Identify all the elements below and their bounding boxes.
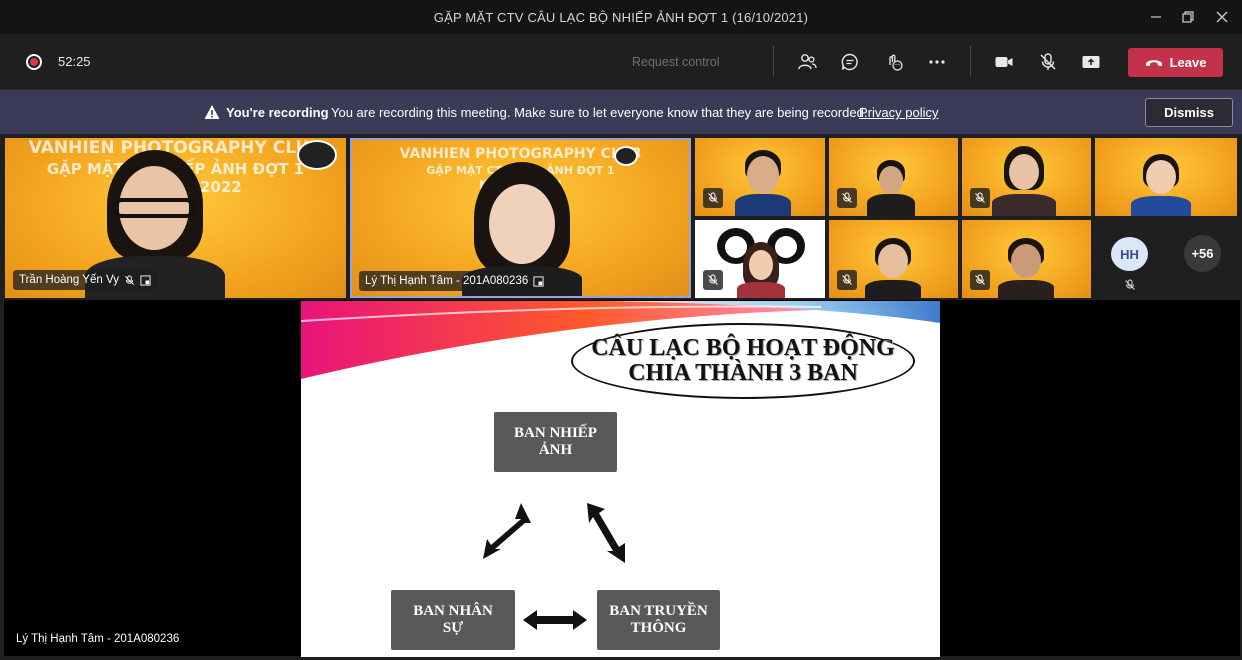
hang-up-icon (1145, 59, 1162, 66)
participant-avatar[interactable]: HH (1111, 237, 1148, 271)
club-logo (297, 140, 337, 170)
request-control-button[interactable]: Request control (632, 55, 720, 69)
participant-name-tag: Trần Hoàng Yến Vy (13, 270, 157, 290)
participant-video (865, 238, 921, 298)
window-title-bar: GẶP MẶT CTV CÂU LẠC BỘ NHIẾP ẢNH ĐỢT 1 (… (0, 0, 1242, 34)
recording-title: You're recording (226, 105, 329, 120)
mic-off-icon (837, 188, 857, 208)
meeting-timer: 52:25 (58, 54, 91, 69)
leave-button[interactable]: Leave (1128, 48, 1223, 77)
chat-icon[interactable] (836, 48, 864, 76)
club-logo (614, 146, 638, 166)
participant-video (867, 160, 915, 216)
participant-name-tag: Lý Thị Hạnh Tâm - 201A080236 (359, 271, 551, 291)
toolbar-divider (970, 46, 971, 76)
mic-off-icon (837, 270, 857, 290)
participant-name: Trần Hoàng Yến Vy (19, 274, 119, 286)
toolbar-divider (773, 46, 774, 76)
pin-icon (533, 275, 544, 287)
participant-video (1131, 154, 1191, 216)
warning-icon (204, 105, 220, 119)
window-title: GẶP MẶT CTV CÂU LẠC BỘ NHIẾP ẢNH ĐỢT 1 (… (433, 9, 809, 25)
more-options-icon[interactable] (923, 48, 951, 76)
video-tile[interactable] (829, 220, 958, 298)
reactions-icon[interactable] (880, 48, 908, 76)
double-arrow-bottom (523, 610, 587, 630)
microphone-muted-icon[interactable] (1034, 48, 1062, 76)
leave-label: Leave (1169, 55, 1207, 70)
participant-video (737, 242, 785, 298)
recording-banner: You're recording You are recording this … (0, 90, 1242, 134)
dismiss-button[interactable]: Dismiss (1145, 98, 1233, 127)
more-participants-button[interactable]: +56 (1184, 235, 1221, 272)
video-tile[interactable] (695, 220, 825, 298)
participant-name: Lý Thị Hạnh Tâm - 201A080236 (365, 275, 529, 287)
privacy-policy-link[interactable]: Privacy policy (859, 105, 938, 120)
participant-video (998, 238, 1054, 298)
meeting-toolbar: 52:25 Request control (0, 34, 1242, 90)
close-icon[interactable] (1202, 0, 1242, 34)
mic-off-icon (125, 274, 134, 285)
participants-icon[interactable] (793, 48, 821, 76)
presentation-slide: CÂU LẠC BỘ HOẠT ĐỘNG CHIA THÀNH 3 BAN BA… (301, 301, 940, 657)
participant-video (735, 150, 791, 216)
mic-off-icon (703, 270, 723, 290)
camera-icon[interactable] (990, 48, 1018, 76)
video-tile-active-speaker[interactable]: VANHIEN PHOTOGRAPHY CLUB GẶP MẶT CTV CL.… (350, 138, 691, 298)
double-arrow-right (587, 503, 625, 563)
relationship-arrows (483, 503, 625, 630)
video-tile[interactable]: VANHIEN PHOTOGRAPHY CLUB GẶP MẶT CTV ...… (5, 138, 346, 298)
participant-video (992, 146, 1056, 216)
video-tile[interactable] (1095, 138, 1237, 216)
mic-off-icon (703, 188, 723, 208)
share-screen-icon[interactable] (1077, 48, 1105, 76)
mic-off-icon (1125, 279, 1135, 290)
recording-message: You are recording this meeting. Make sur… (331, 105, 868, 120)
mic-off-icon (970, 270, 990, 290)
video-tile[interactable] (829, 138, 958, 216)
pin-icon (140, 274, 151, 286)
video-tile[interactable] (962, 220, 1091, 298)
video-tile[interactable] (695, 138, 825, 216)
recording-icon (26, 54, 42, 70)
club-banner-text: VANHIEN PHOTOGRAPHY CLUB (399, 146, 642, 162)
presenter-name: Lý Thị Hạnh Tâm - 201A080236 (16, 633, 180, 645)
mic-off-icon (970, 188, 990, 208)
video-tile[interactable] (962, 138, 1091, 216)
double-arrow-left (483, 503, 531, 559)
